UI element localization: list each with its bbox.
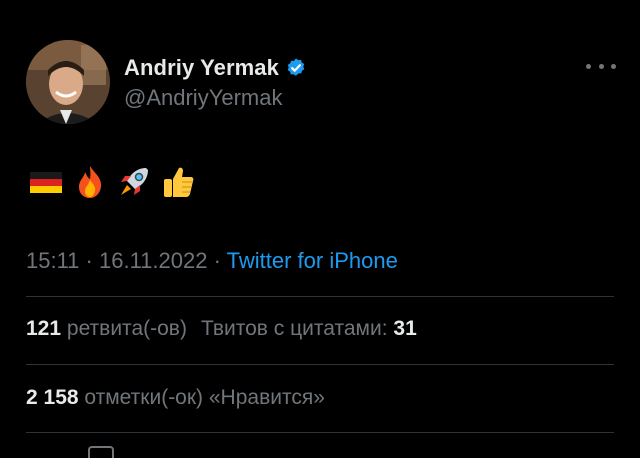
- quotes-label: Твитов с цитатами:: [200, 317, 388, 340]
- german-flag-icon: [30, 172, 62, 193]
- retweets-stat[interactable]: 121 ретвита(-ов): [26, 317, 187, 340]
- author-handle[interactable]: @AndriyYermak: [124, 85, 307, 111]
- tweet-time[interactable]: 15:11: [26, 248, 79, 273]
- quotes-count: 31: [393, 317, 417, 340]
- tweet-text: [28, 162, 196, 202]
- tweet-source-link[interactable]: Twitter for iPhone: [227, 248, 398, 273]
- likes-stat[interactable]: 2 158 отметки(-ок) «Нравится»: [26, 386, 325, 409]
- divider: [26, 432, 614, 433]
- retweets-label: ретвита(-ов): [66, 317, 187, 340]
- divider: [26, 364, 614, 365]
- likes-stats-row: 2 158 отметки(-ок) «Нравится»: [26, 386, 325, 410]
- tweet-header: Andriy Yermak @AndriyYermak: [26, 40, 616, 124]
- more-options-icon[interactable]: [586, 56, 616, 76]
- author-display-name[interactable]: Andriy Yermak: [124, 55, 279, 81]
- tweet-meta: 15:11 · 16.11.2022 · Twitter for iPhone: [26, 248, 398, 274]
- fire-icon: [79, 166, 102, 198]
- avatar[interactable]: [26, 40, 110, 124]
- meta-separator: ·: [85, 248, 93, 273]
- meta-separator: ·: [213, 248, 221, 273]
- avatar-photo-icon: [26, 40, 110, 124]
- retweet-stats-row: 121 ретвита(-ов) Твитов с цитатами: 31: [26, 317, 417, 341]
- author-info[interactable]: Andriy Yermak @AndriyYermak: [124, 53, 307, 111]
- tweet-date[interactable]: 16.11.2022: [99, 248, 207, 273]
- likes-label: отметки(-ок) «Нравится»: [84, 386, 325, 409]
- divider: [26, 296, 614, 297]
- thumbs-up-icon: [164, 167, 194, 197]
- quotes-stat[interactable]: Твитов с цитатами: 31: [201, 317, 417, 340]
- reply-icon[interactable]: [88, 446, 114, 458]
- likes-count: 2 158: [26, 386, 79, 409]
- retweets-count: 121: [26, 317, 62, 340]
- rocket-icon: [121, 168, 148, 195]
- verified-badge-icon: [285, 57, 307, 79]
